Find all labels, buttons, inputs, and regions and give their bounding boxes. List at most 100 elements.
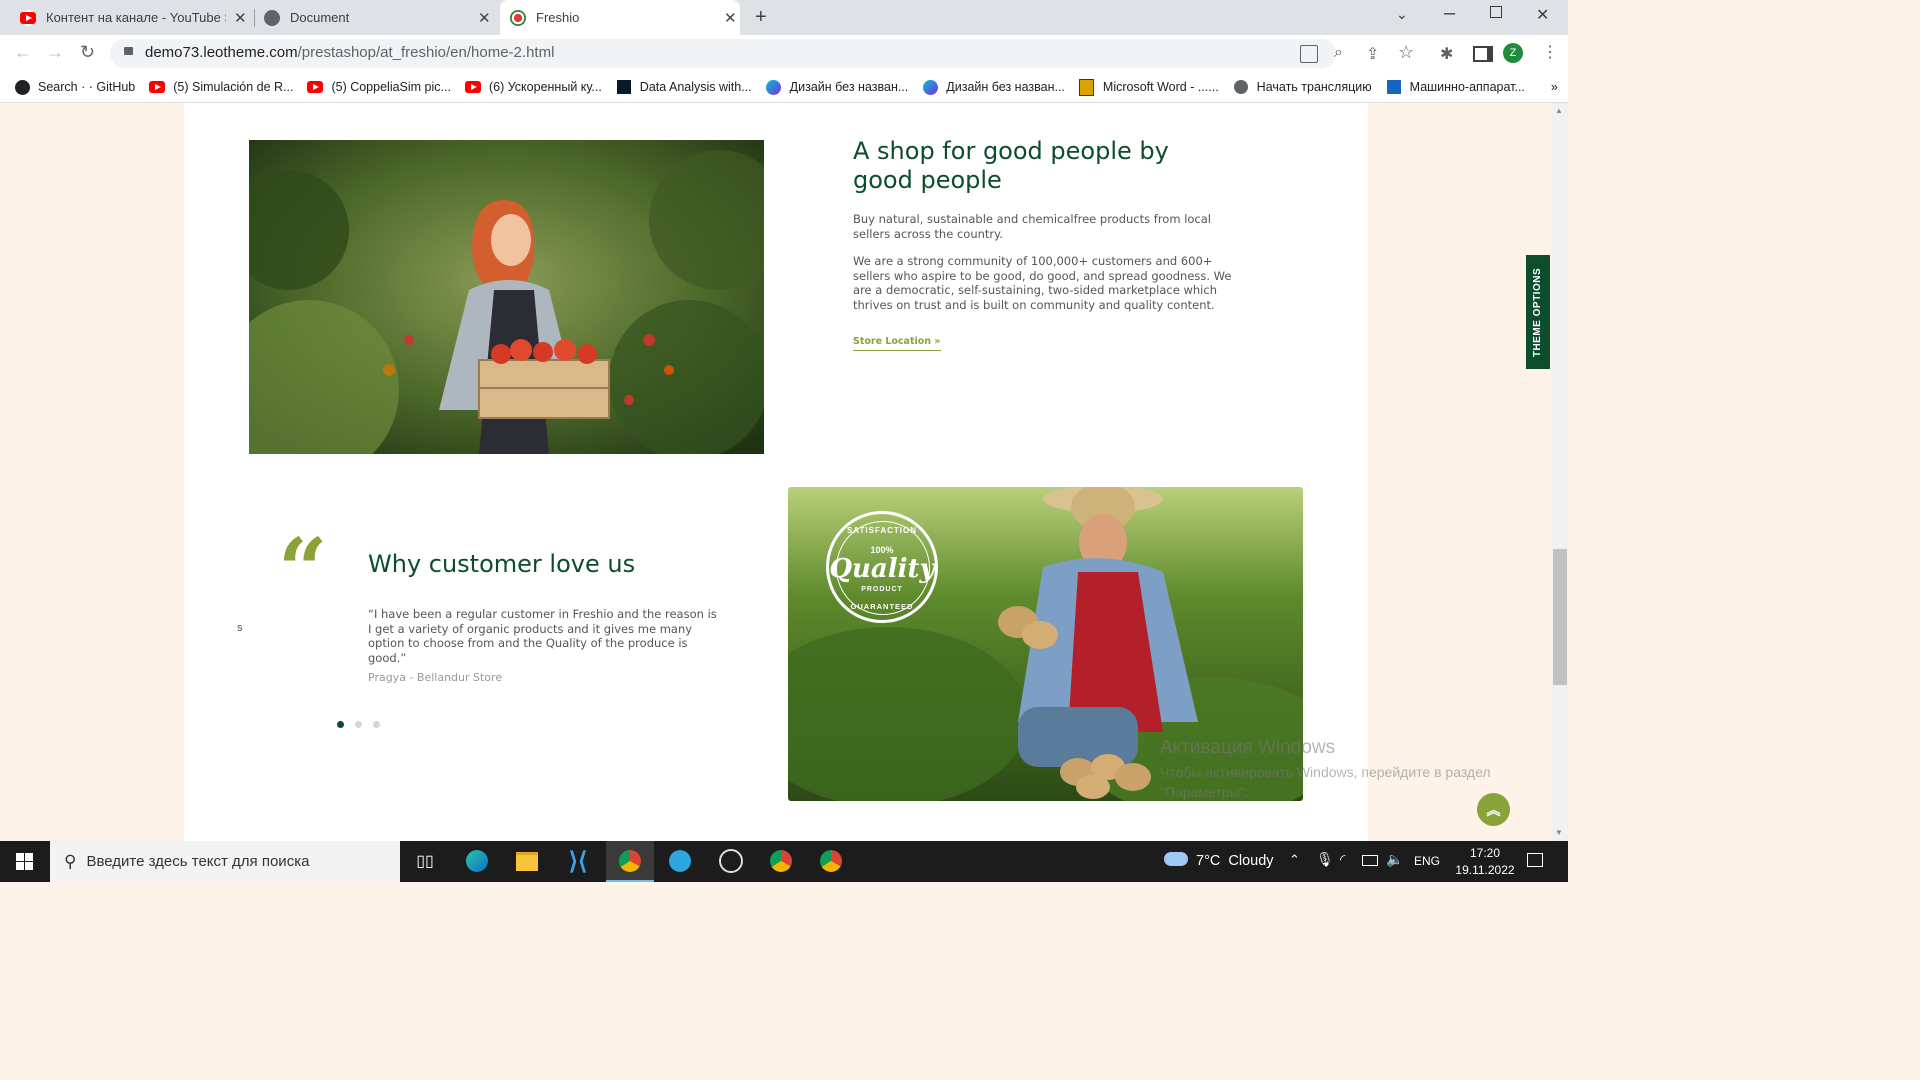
youtube-icon xyxy=(20,9,36,26)
about-paragraph-1: Buy natural, sustainable and chemicalfre… xyxy=(853,212,1211,241)
bookmark-star-icon[interactable]: ☆ xyxy=(1398,42,1414,63)
profile-avatar[interactable]: Z xyxy=(1503,43,1523,63)
side-panel-icon[interactable] xyxy=(1473,46,1493,62)
bookmark-label: Машинно-аппарат... xyxy=(1409,80,1525,94)
edge-icon[interactable] xyxy=(464,848,490,874)
share-icon[interactable]: ⇪ xyxy=(1366,44,1379,64)
chrome-icon[interactable] xyxy=(617,848,643,874)
badge-top-text: SATISFACTION xyxy=(846,526,918,535)
bookmark-label: (5) CoppeliaSim pic... xyxy=(331,80,451,94)
taskbar-search-placeholder: Введите здесь текст для поиска xyxy=(86,853,310,870)
bookmark-label: Дизайн без назван... xyxy=(946,80,1065,94)
close-tab-icon[interactable]: ✕ xyxy=(234,9,247,27)
chrome-icon[interactable] xyxy=(818,848,844,874)
task-view-icon[interactable]: ▯▯ xyxy=(412,848,438,874)
scrollbar-thumb[interactable] xyxy=(1553,549,1567,685)
back-icon[interactable]: ← xyxy=(14,42,32,63)
minimize-icon[interactable]: – xyxy=(1444,2,1455,25)
word-pdf-icon xyxy=(1079,78,1095,96)
reload-icon[interactable]: ↻ xyxy=(80,42,95,63)
github-icon xyxy=(14,79,30,95)
tab-document[interactable]: Document ✕ xyxy=(256,0,496,35)
obs-icon[interactable] xyxy=(718,848,744,874)
bookmark-label: Microsoft Word - ...... xyxy=(1102,80,1219,94)
new-tab-icon[interactable]: + xyxy=(755,6,767,29)
profile-initial: Z xyxy=(1509,47,1517,59)
scrollbar-track[interactable] xyxy=(1552,103,1568,841)
tab-youtube-studio[interactable]: Контент на канале - YouTube St ✕ xyxy=(12,0,252,35)
bookmark-label: Data Analysis with... xyxy=(639,80,752,94)
battery-icon[interactable] xyxy=(1362,855,1378,866)
clock[interactable]: 17:20 19.11.2022 xyxy=(1450,845,1520,879)
carousel-dot-2[interactable] xyxy=(355,721,362,728)
windows-start-icon[interactable] xyxy=(16,853,33,870)
tab-search-icon[interactable]: ⌄ xyxy=(1396,6,1408,23)
microphone-icon[interactable]: 🎙 xyxy=(1316,851,1334,868)
about-heading-line2: good people xyxy=(853,166,1002,194)
bookmark-canva[interactable]: Дизайн без назван... xyxy=(922,79,1065,95)
zoom-icon[interactable]: ⌕ xyxy=(1334,44,1343,62)
tab-separator xyxy=(254,9,255,27)
url-path: /prestashop/at_freshio/en/home-2.html xyxy=(297,44,555,61)
lock-icon[interactable] xyxy=(124,47,133,55)
youtube-icon xyxy=(464,79,481,95)
canva-icon xyxy=(766,79,782,95)
close-tab-icon[interactable]: ✕ xyxy=(724,9,737,27)
url-text[interactable]: demo73.leotheme.com/prestashop/at_freshi… xyxy=(145,44,554,61)
close-tab-icon[interactable]: ✕ xyxy=(478,9,491,27)
tab-title: Document xyxy=(290,10,350,25)
notifications-icon[interactable] xyxy=(1527,853,1543,867)
bookmark-label: Дизайн без назван... xyxy=(789,80,909,94)
vscode-icon[interactable]: ⟩⟨ xyxy=(565,848,591,875)
bookmark-youtube[interactable]: (5) CoppeliaSim pic... xyxy=(307,79,451,95)
globe-icon xyxy=(1233,79,1249,95)
back-to-top-button[interactable]: ︽ xyxy=(1477,793,1510,826)
bookmark-stream[interactable]: Начать трансляцию xyxy=(1233,79,1372,95)
quality-badge: SATISFACTION 100% Quality PRODUCT GUARAN… xyxy=(826,511,938,623)
close-window-icon[interactable]: ✕ xyxy=(1536,5,1549,25)
search-icon: ⚲ xyxy=(64,851,77,871)
bookmark-label: Search · · GitHub xyxy=(38,80,136,94)
badge-sub-text: PRODUCT xyxy=(861,586,903,593)
language-indicator[interactable]: ENG xyxy=(1414,854,1440,868)
scroll-up-icon[interactable]: ▲ xyxy=(1555,106,1563,115)
double-chevron-up-icon: ︽ xyxy=(1486,801,1501,818)
clock-date: 19.11.2022 xyxy=(1455,863,1515,877)
globe-icon xyxy=(264,9,280,26)
bookmark-word[interactable]: Microsoft Word - ...... xyxy=(1079,78,1219,96)
stray-text: s xyxy=(237,622,243,634)
carousel-dot-3[interactable] xyxy=(373,721,380,728)
bookmark-youtube[interactable]: (6) Ускоренный ку... xyxy=(464,79,602,95)
forward-icon[interactable]: → xyxy=(46,42,64,63)
menu-dots-icon[interactable]: ⋮ xyxy=(1542,42,1558,62)
bookmark-canva[interactable]: Дизайн без назван... xyxy=(766,79,909,95)
bookmarks-more[interactable]: » xyxy=(1551,80,1558,94)
weather-text[interactable]: 7°C Cloudy xyxy=(1196,853,1274,869)
chrome-icon[interactable] xyxy=(768,848,794,874)
testimonial-text: “I have been a regular customer in Fresh… xyxy=(368,607,717,665)
theme-options-tab[interactable]: THEME OPTIONS xyxy=(1526,255,1550,369)
testimonial-author: Pragya - Bellandur Store xyxy=(368,671,503,684)
file-explorer-icon[interactable] xyxy=(514,848,540,874)
store-location-link[interactable]: Store Location » xyxy=(853,336,941,351)
extensions-icon[interactable]: ✱ xyxy=(1440,44,1453,64)
url-host: demo73.leotheme.com xyxy=(145,44,298,61)
translate-icon[interactable] xyxy=(1300,45,1318,63)
bookmark-m[interactable]: Машинно-аппарат... xyxy=(1386,79,1525,95)
carousel-dot-1[interactable] xyxy=(337,721,344,728)
volume-icon[interactable]: 🔈 xyxy=(1386,851,1403,868)
bookmark-datacamp[interactable]: Data Analysis with... xyxy=(616,79,752,95)
activation-watermark-text: Чтобы активировать Windows, перейдите в … xyxy=(1160,764,1491,780)
scroll-down-icon[interactable]: ▼ xyxy=(1555,828,1563,837)
wifi-icon[interactable]: ◜ xyxy=(1340,851,1345,868)
telegram-icon[interactable] xyxy=(667,848,693,874)
bookmark-youtube[interactable]: (5) Simulación de R... xyxy=(149,79,293,95)
tab-freshio[interactable]: Freshio ✕ xyxy=(500,0,740,35)
taskbar-search-box[interactable]: ⚲ Введите здесь текст для поиска xyxy=(50,841,400,882)
bookmark-label: Начать трансляцию xyxy=(1256,80,1372,94)
chevron-up-icon[interactable]: ⌃ xyxy=(1289,852,1300,868)
restore-icon[interactable] xyxy=(1490,6,1502,18)
bookmark-label: (5) Simulación de R... xyxy=(173,80,294,94)
youtube-icon xyxy=(149,79,166,95)
bookmark-github[interactable]: Search · · GitHub xyxy=(14,79,135,95)
